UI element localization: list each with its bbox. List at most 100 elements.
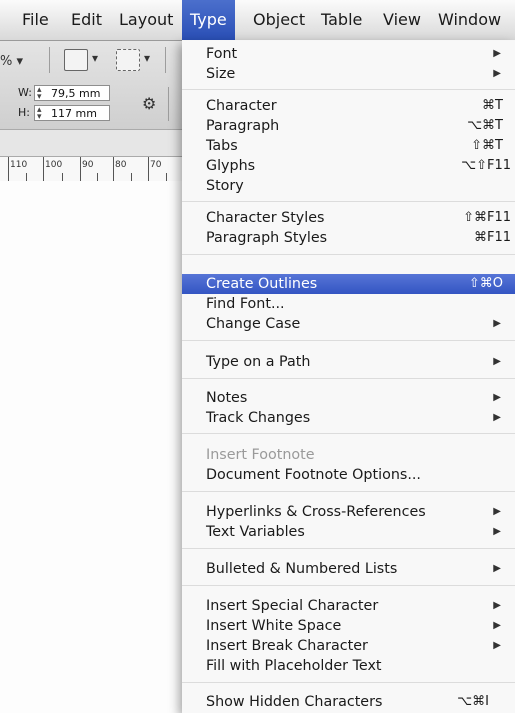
submenu-arrow-icon: ▶ — [493, 506, 501, 517]
submenu-arrow-icon: ▶ — [493, 68, 501, 79]
submenu-arrow-icon: ▶ — [493, 620, 501, 631]
menu-item-character[interactable]: Character ⌘T — [182, 96, 515, 116]
menu-item-find-font[interactable]: Find Font... — [182, 294, 515, 314]
ruler-tick — [97, 173, 98, 181]
ruler-tick — [62, 173, 63, 181]
submenu-arrow-icon: ▶ — [493, 392, 501, 403]
app-window: % ▾ ▾ ▾ W: ▴ ▾ 79,5 mm H: ▴ ▾ 117 mm ⚙ 110… — [0, 41, 182, 713]
menu-separator — [182, 89, 515, 90]
width-value: 79,5 mm — [51, 87, 101, 100]
menu-item-tabs[interactable]: Tabs ⇧⌘T — [182, 136, 515, 156]
toolbar-row-1: % ▾ ▾ ▾ — [0, 41, 182, 79]
menu-file[interactable]: File — [22, 0, 49, 40]
menu-item-document-footnote-options[interactable]: Document Footnote Options... — [182, 465, 515, 485]
submenu-arrow-icon: ▶ — [493, 412, 501, 423]
submenu-arrow-icon: ▶ — [493, 48, 501, 59]
menu-item-glyphs[interactable]: Glyphs ⌥⇧F11 — [182, 156, 515, 176]
width-field[interactable]: ▴ ▾ 79,5 mm — [34, 85, 110, 102]
screen-mode-icon[interactable] — [64, 49, 88, 71]
menu-item-label: Paragraph — [206, 118, 280, 134]
menu-separator — [182, 491, 515, 492]
ruler-label: 100 — [45, 160, 63, 170]
menu-type[interactable]: Type — [182, 0, 235, 40]
menu-item-paragraph[interactable]: Paragraph ⌥⌘T — [182, 116, 515, 136]
menu-item-label: Size — [206, 66, 236, 82]
menu-layout[interactable]: Layout — [119, 0, 173, 40]
menu-item-insert-footnote: Insert Footnote — [182, 445, 515, 465]
menu-item-paragraph-styles[interactable]: Paragraph Styles ⌘F11 — [182, 228, 515, 248]
menu-item-insert-white-space[interactable]: Insert White Space ▶ — [182, 616, 515, 636]
menu-item-change-case[interactable]: Change Case ▶ — [182, 314, 515, 334]
menu-item-label: Notes — [206, 390, 248, 406]
menu-item-label: Show Hidden Characters — [206, 694, 383, 710]
menu-item-label: Create Outlines — [206, 276, 318, 292]
menu-separator — [182, 254, 515, 255]
stepper-icon[interactable]: ▴ ▾ — [37, 106, 42, 122]
menu-edit[interactable]: Edit — [71, 0, 102, 40]
menu-item-shortcut: ⌘F11 — [473, 230, 511, 245]
menu-item-label: Font — [206, 46, 238, 62]
menu-item-bulleted-lists[interactable]: Bulleted & Numbered Lists ▶ — [182, 559, 515, 579]
menu-item-story[interactable]: Story — [182, 176, 515, 196]
width-label: W: — [18, 86, 32, 99]
menu-item-size[interactable]: Size ▶ — [182, 64, 515, 84]
menu-item-label: Character Styles — [206, 210, 325, 226]
menu-object[interactable]: Object — [253, 0, 305, 40]
ruler-label: 90 — [82, 160, 94, 170]
menu-item-font[interactable]: Font ▶ — [182, 44, 515, 64]
menu-separator — [182, 682, 515, 683]
menu-item-shortcut: ⌥⌘T — [467, 118, 503, 133]
submenu-arrow-icon: ▶ — [493, 563, 501, 574]
menu-item-show-hidden-characters[interactable]: Show Hidden Characters ⌥⌘I — [182, 692, 515, 712]
stepper-icon[interactable]: ▴ ▾ — [37, 86, 42, 102]
menu-table[interactable]: Table — [321, 0, 362, 40]
menu-item-insert-break-character[interactable]: Insert Break Character ▶ — [182, 636, 515, 656]
menu-item-create-outlines[interactable]: Create Outlines ⇧⌘O — [182, 274, 515, 294]
control-panel: % ▾ ▾ ▾ W: ▴ ▾ 79,5 mm H: ▴ ▾ 117 mm ⚙ — [0, 41, 182, 130]
menu-item-shortcut: ⌘T — [482, 98, 503, 113]
ruler-tick — [80, 157, 81, 181]
menu-item-label: Fill with Placeholder Text — [206, 658, 382, 674]
submenu-arrow-icon: ▶ — [493, 526, 501, 537]
menu-window[interactable]: Window — [438, 0, 501, 40]
height-field[interactable]: ▴ ▾ 117 mm — [34, 105, 110, 122]
menu-item-text-variables[interactable]: Text Variables ▶ — [182, 522, 515, 542]
height-value: 117 mm — [51, 107, 97, 120]
menu-item-track-changes[interactable]: Track Changes ▶ — [182, 408, 515, 428]
submenu-arrow-icon: ▶ — [493, 640, 501, 651]
frame-fitting-icon[interactable] — [116, 49, 140, 71]
menu-item-shortcut: ⇧⌘F11 — [463, 210, 511, 225]
menu-item-shortcut: ⇧⌘T — [471, 138, 503, 153]
menu-item-label: Tabs — [206, 138, 238, 154]
menu-separator — [182, 340, 515, 341]
menu-item-character-styles[interactable]: Character Styles ⇧⌘F11 — [182, 208, 515, 228]
menu-item-label: Insert White Space — [206, 618, 342, 634]
menu-item-insert-special-character[interactable]: Insert Special Character ▶ — [182, 596, 515, 616]
menu-item-notes[interactable]: Notes ▶ — [182, 388, 515, 408]
toolbar-divider — [165, 47, 166, 73]
menu-bar: File Edit Layout Type Object Table View … — [0, 0, 515, 41]
menu-separator — [182, 548, 515, 549]
toolbar-divider — [49, 47, 50, 73]
ruler-tick — [148, 157, 149, 181]
menu-item-hyperlinks[interactable]: Hyperlinks & Cross-References ▶ — [182, 502, 515, 522]
menu-item-label: Find Font... — [206, 296, 285, 312]
menu-item-shortcut: ⌥⇧F11 — [461, 158, 511, 173]
document-canvas[interactable] — [0, 181, 182, 713]
menu-separator — [182, 433, 515, 434]
chevron-down-icon[interactable]: ▾ — [92, 51, 98, 65]
height-label: H: — [18, 106, 30, 119]
submenu-arrow-icon: ▶ — [493, 356, 501, 367]
menu-item-type-on-path[interactable]: Type on a Path ▶ — [182, 352, 515, 372]
menu-item-fill-placeholder[interactable]: Fill with Placeholder Text — [182, 656, 515, 676]
ruler-tick — [113, 157, 114, 181]
constrain-proportions-icon[interactable]: ⚙ — [142, 94, 156, 113]
menu-separator — [182, 585, 515, 586]
menu-view[interactable]: View — [383, 0, 421, 40]
chevron-down-icon[interactable]: ▾ — [144, 51, 150, 65]
zoom-dropdown[interactable]: % ▾ — [0, 54, 23, 69]
ruler-tick — [131, 173, 132, 181]
toolbar-row-2: W: ▴ ▾ 79,5 mm H: ▴ ▾ 117 mm ⚙ — [0, 83, 182, 122]
submenu-arrow-icon: ▶ — [493, 318, 501, 329]
submenu-arrow-icon: ▶ — [493, 600, 501, 611]
